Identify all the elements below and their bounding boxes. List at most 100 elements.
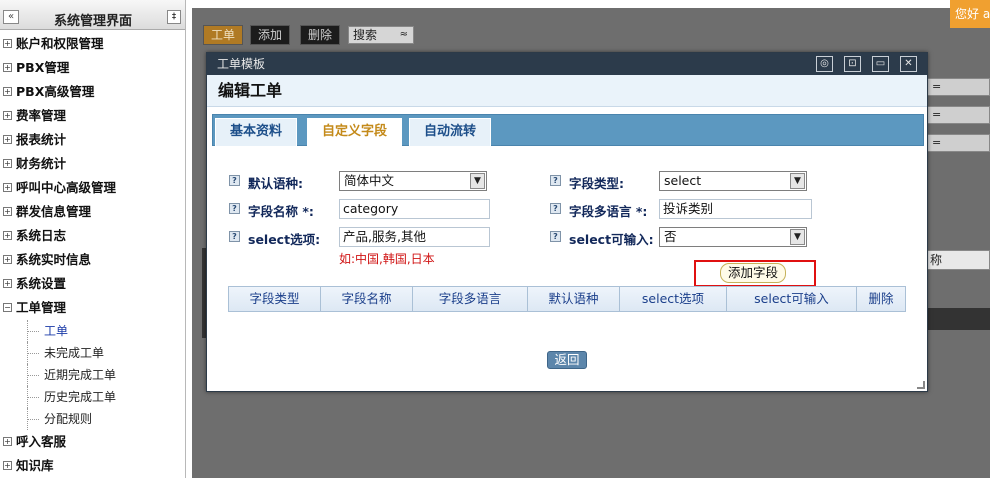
close-icon[interactable]: ✕ xyxy=(900,56,917,72)
bg-table-bar xyxy=(925,308,990,330)
sidebar-item-realtime[interactable]: + 系统实时信息 xyxy=(0,248,185,272)
sidebar-item-broadcast[interactable]: + 群发信息管理 xyxy=(0,200,185,224)
sidebar-item-pbx-advanced[interactable]: + PBX高级管理 xyxy=(0,80,185,104)
expand-icon[interactable]: + xyxy=(3,39,12,48)
fields-table-header: 字段类型 字段名称 字段多语言 默认语种 select选项 select可输入 … xyxy=(228,286,906,312)
help-icon[interactable]: ? xyxy=(550,203,561,214)
bg-search-button[interactable]: 搜索 ≈ xyxy=(348,26,414,44)
sidebar-item-label: 呼叫中心高级管理 xyxy=(16,180,117,195)
back-button[interactable]: 返回 xyxy=(547,351,587,369)
sidebar-item-syslog[interactable]: + 系统日志 xyxy=(0,224,185,248)
dialog-title: 工单模板 xyxy=(217,57,266,71)
help-icon[interactable]: ? xyxy=(550,175,561,186)
sidebar-item-label: 系统实时信息 xyxy=(16,252,92,267)
field-multilang-label: 字段多语言 *: xyxy=(569,204,648,219)
sidebar-item-callcenter[interactable]: + 呼叫中心高级管理 xyxy=(0,176,185,200)
sidebar-item-reports[interactable]: + 报表统计 xyxy=(0,128,185,152)
default-lang-label: 默认语种: xyxy=(248,176,303,191)
add-field-button[interactable]: 添加字段 xyxy=(720,263,786,283)
bg-add-button[interactable]: 添加 xyxy=(250,25,291,45)
field-name-input[interactable]: category xyxy=(339,199,490,219)
user-greeting[interactable]: 您好 a xyxy=(950,0,990,28)
expand-icon[interactable]: + xyxy=(3,279,12,288)
select-options-hint: 如:中国,韩国,日本 xyxy=(339,252,435,266)
sidebar-item-label: 呼入客服 xyxy=(16,434,67,449)
bg-filter-select[interactable]: = xyxy=(925,134,990,152)
expand-icon[interactable]: + xyxy=(3,437,12,446)
expand-icon[interactable]: + xyxy=(3,461,12,470)
field-type-label: 字段类型: xyxy=(569,176,624,191)
expand-icon[interactable]: + xyxy=(3,231,12,240)
expand-icon[interactable]: + xyxy=(3,207,12,216)
sidebar-item-label: PBX高级管理 xyxy=(16,84,95,99)
sidebar-item-label: 财务统计 xyxy=(16,156,67,171)
expand-icon[interactable]: + xyxy=(3,111,12,120)
expand-icon[interactable]: + xyxy=(3,183,12,192)
expand-icon[interactable]: + xyxy=(3,135,12,144)
chevron-down-icon[interactable]: ▼ xyxy=(790,173,805,189)
sidebar-subitem-recent-done[interactable]: 近期完成工单 xyxy=(0,364,185,386)
minimize-icon[interactable]: ▭ xyxy=(872,56,889,72)
bg-search-label: 搜索 xyxy=(353,28,378,42)
sidebar-item-rates[interactable]: + 费率管理 xyxy=(0,104,185,128)
expand-icon[interactable]: + xyxy=(3,255,12,264)
bg-filter-select[interactable]: = xyxy=(925,106,990,124)
collapse-tree-icon[interactable]: − xyxy=(3,303,12,312)
workorder-template-dialog: 工单模板 ◎ ⊡ ▭ ✕ 编辑工单 基本资料 自定义字段 自动流转 ? 默认语种… xyxy=(206,52,928,392)
collapse-icon[interactable]: « xyxy=(3,10,19,24)
maximize-icon[interactable]: ⊡ xyxy=(844,56,861,72)
help-icon[interactable]: ? xyxy=(229,175,240,186)
sidebar-item-label: 知识库 xyxy=(16,458,54,473)
sidebar-item-settings[interactable]: + 系统设置 xyxy=(0,272,185,296)
sidebar-subitem-history-done[interactable]: 历史完成工单 xyxy=(0,386,185,408)
sidebar-item-accounts[interactable]: + 账户和权限管理 xyxy=(0,32,185,56)
select-options-label: select选项: xyxy=(248,232,321,247)
help-icon[interactable]: ? xyxy=(229,231,240,242)
sidebar-item-workorders[interactable]: − 工单管理 xyxy=(0,296,185,320)
chevron-down-icon[interactable]: ▼ xyxy=(790,229,805,245)
chevron-down-icon[interactable]: ▼ xyxy=(470,173,485,189)
tab-custom-fields[interactable]: 自定义字段 xyxy=(307,118,403,146)
field-type-select[interactable]: select ▼ xyxy=(659,171,807,191)
select-options-input[interactable]: 产品,服务,其他 xyxy=(339,227,490,247)
field-multilang-input[interactable]: 投诉类别 xyxy=(659,199,812,219)
sidebar-item-knowledge-base[interactable]: + 知识库 xyxy=(0,454,185,478)
pin-icon[interactable]: ‡ xyxy=(167,10,181,24)
sidebar-item-inbound-service[interactable]: + 呼入客服 xyxy=(0,430,185,454)
resize-grip-icon[interactable] xyxy=(917,381,925,389)
sidebar-item-finance[interactable]: + 财务统计 xyxy=(0,152,185,176)
restore-icon[interactable]: ◎ xyxy=(816,56,833,72)
bg-workorder-button[interactable]: 工单 xyxy=(203,25,244,45)
bg-filter-select[interactable]: = xyxy=(925,78,990,96)
column-default-lang: 默认语种 xyxy=(528,287,620,311)
sidebar-subitem-unfinished[interactable]: 未完成工单 xyxy=(0,342,185,364)
nav-tree: + 账户和权限管理 + PBX管理 + PBX高级管理 + 费率管理 + 报表统计 + 财务… xyxy=(0,32,185,478)
default-lang-select[interactable]: 简体中文 ▼ xyxy=(339,171,487,191)
sidebar-item-label: 系统设置 xyxy=(16,276,67,291)
sidebar-item-label: 账户和权限管理 xyxy=(16,36,104,51)
chevron-up-icon: ≈ xyxy=(399,29,408,40)
sidebar-item-pbx[interactable]: + PBX管理 xyxy=(0,56,185,80)
field-type-value: select xyxy=(664,173,702,188)
dialog-titlebar[interactable]: 工单模板 ◎ ⊡ ▭ ✕ xyxy=(207,53,927,75)
tab-basic-info[interactable]: 基本资料 xyxy=(215,118,298,146)
column-field-type: 字段类型 xyxy=(229,287,321,311)
bg-delete-button[interactable]: 删除 xyxy=(300,25,341,45)
sidebar-subitem-workorder[interactable]: 工单 xyxy=(0,320,185,342)
help-icon[interactable]: ? xyxy=(550,231,561,242)
top-border xyxy=(186,0,990,8)
tab-auto-flow[interactable]: 自动流转 xyxy=(409,118,492,146)
expand-icon[interactable]: + xyxy=(3,63,12,72)
expand-icon[interactable]: + xyxy=(3,87,12,96)
select-input-label: select可输入: xyxy=(569,232,654,247)
expand-icon[interactable]: + xyxy=(3,159,12,168)
bg-table-header: 称 xyxy=(925,250,990,270)
sidebar-item-label: 费率管理 xyxy=(16,108,67,123)
select-input-select[interactable]: 否 ▼ xyxy=(659,227,807,247)
sidebar-subitem-assign-rules[interactable]: 分配规则 xyxy=(0,408,185,430)
column-select-options: select选项 xyxy=(620,287,727,311)
tab-bar: 基本资料 自定义字段 自动流转 xyxy=(212,114,924,146)
help-icon[interactable]: ? xyxy=(229,203,240,214)
sidebar-item-label: 工单管理 xyxy=(16,300,67,315)
sidebar-item-label: 系统日志 xyxy=(16,228,67,243)
